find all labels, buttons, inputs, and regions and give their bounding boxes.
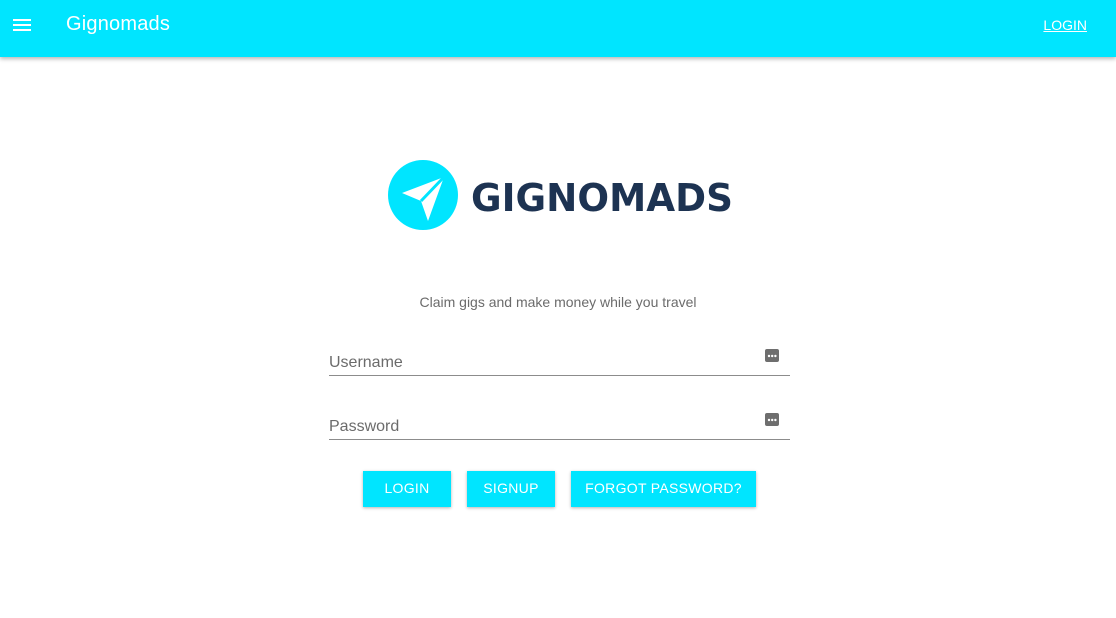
- login-button[interactable]: LOGIN: [363, 471, 451, 507]
- menu-icon[interactable]: [11, 16, 33, 34]
- app-bar: Gignomads LOGIN: [0, 0, 1116, 57]
- signup-button[interactable]: SIGNUP: [467, 471, 555, 507]
- forgot-password-button[interactable]: FORGOT PASSWORD?: [571, 471, 756, 507]
- username-field: [329, 341, 790, 379]
- top-login-link[interactable]: LOGIN: [1043, 17, 1087, 33]
- username-input[interactable]: [329, 341, 749, 379]
- more-horiz-icon[interactable]: [765, 349, 779, 362]
- password-field: [329, 405, 790, 443]
- more-horiz-icon[interactable]: [765, 413, 779, 426]
- tagline: Claim gigs and make money while you trav…: [419, 294, 697, 310]
- password-input[interactable]: [329, 405, 749, 443]
- paper-plane-icon: [388, 160, 458, 230]
- logo-wordmark: GIGNOMADS: [471, 176, 733, 220]
- gignomads-logo: GIGNOMADS: [387, 159, 737, 232]
- app-title: Gignomads: [66, 13, 171, 35]
